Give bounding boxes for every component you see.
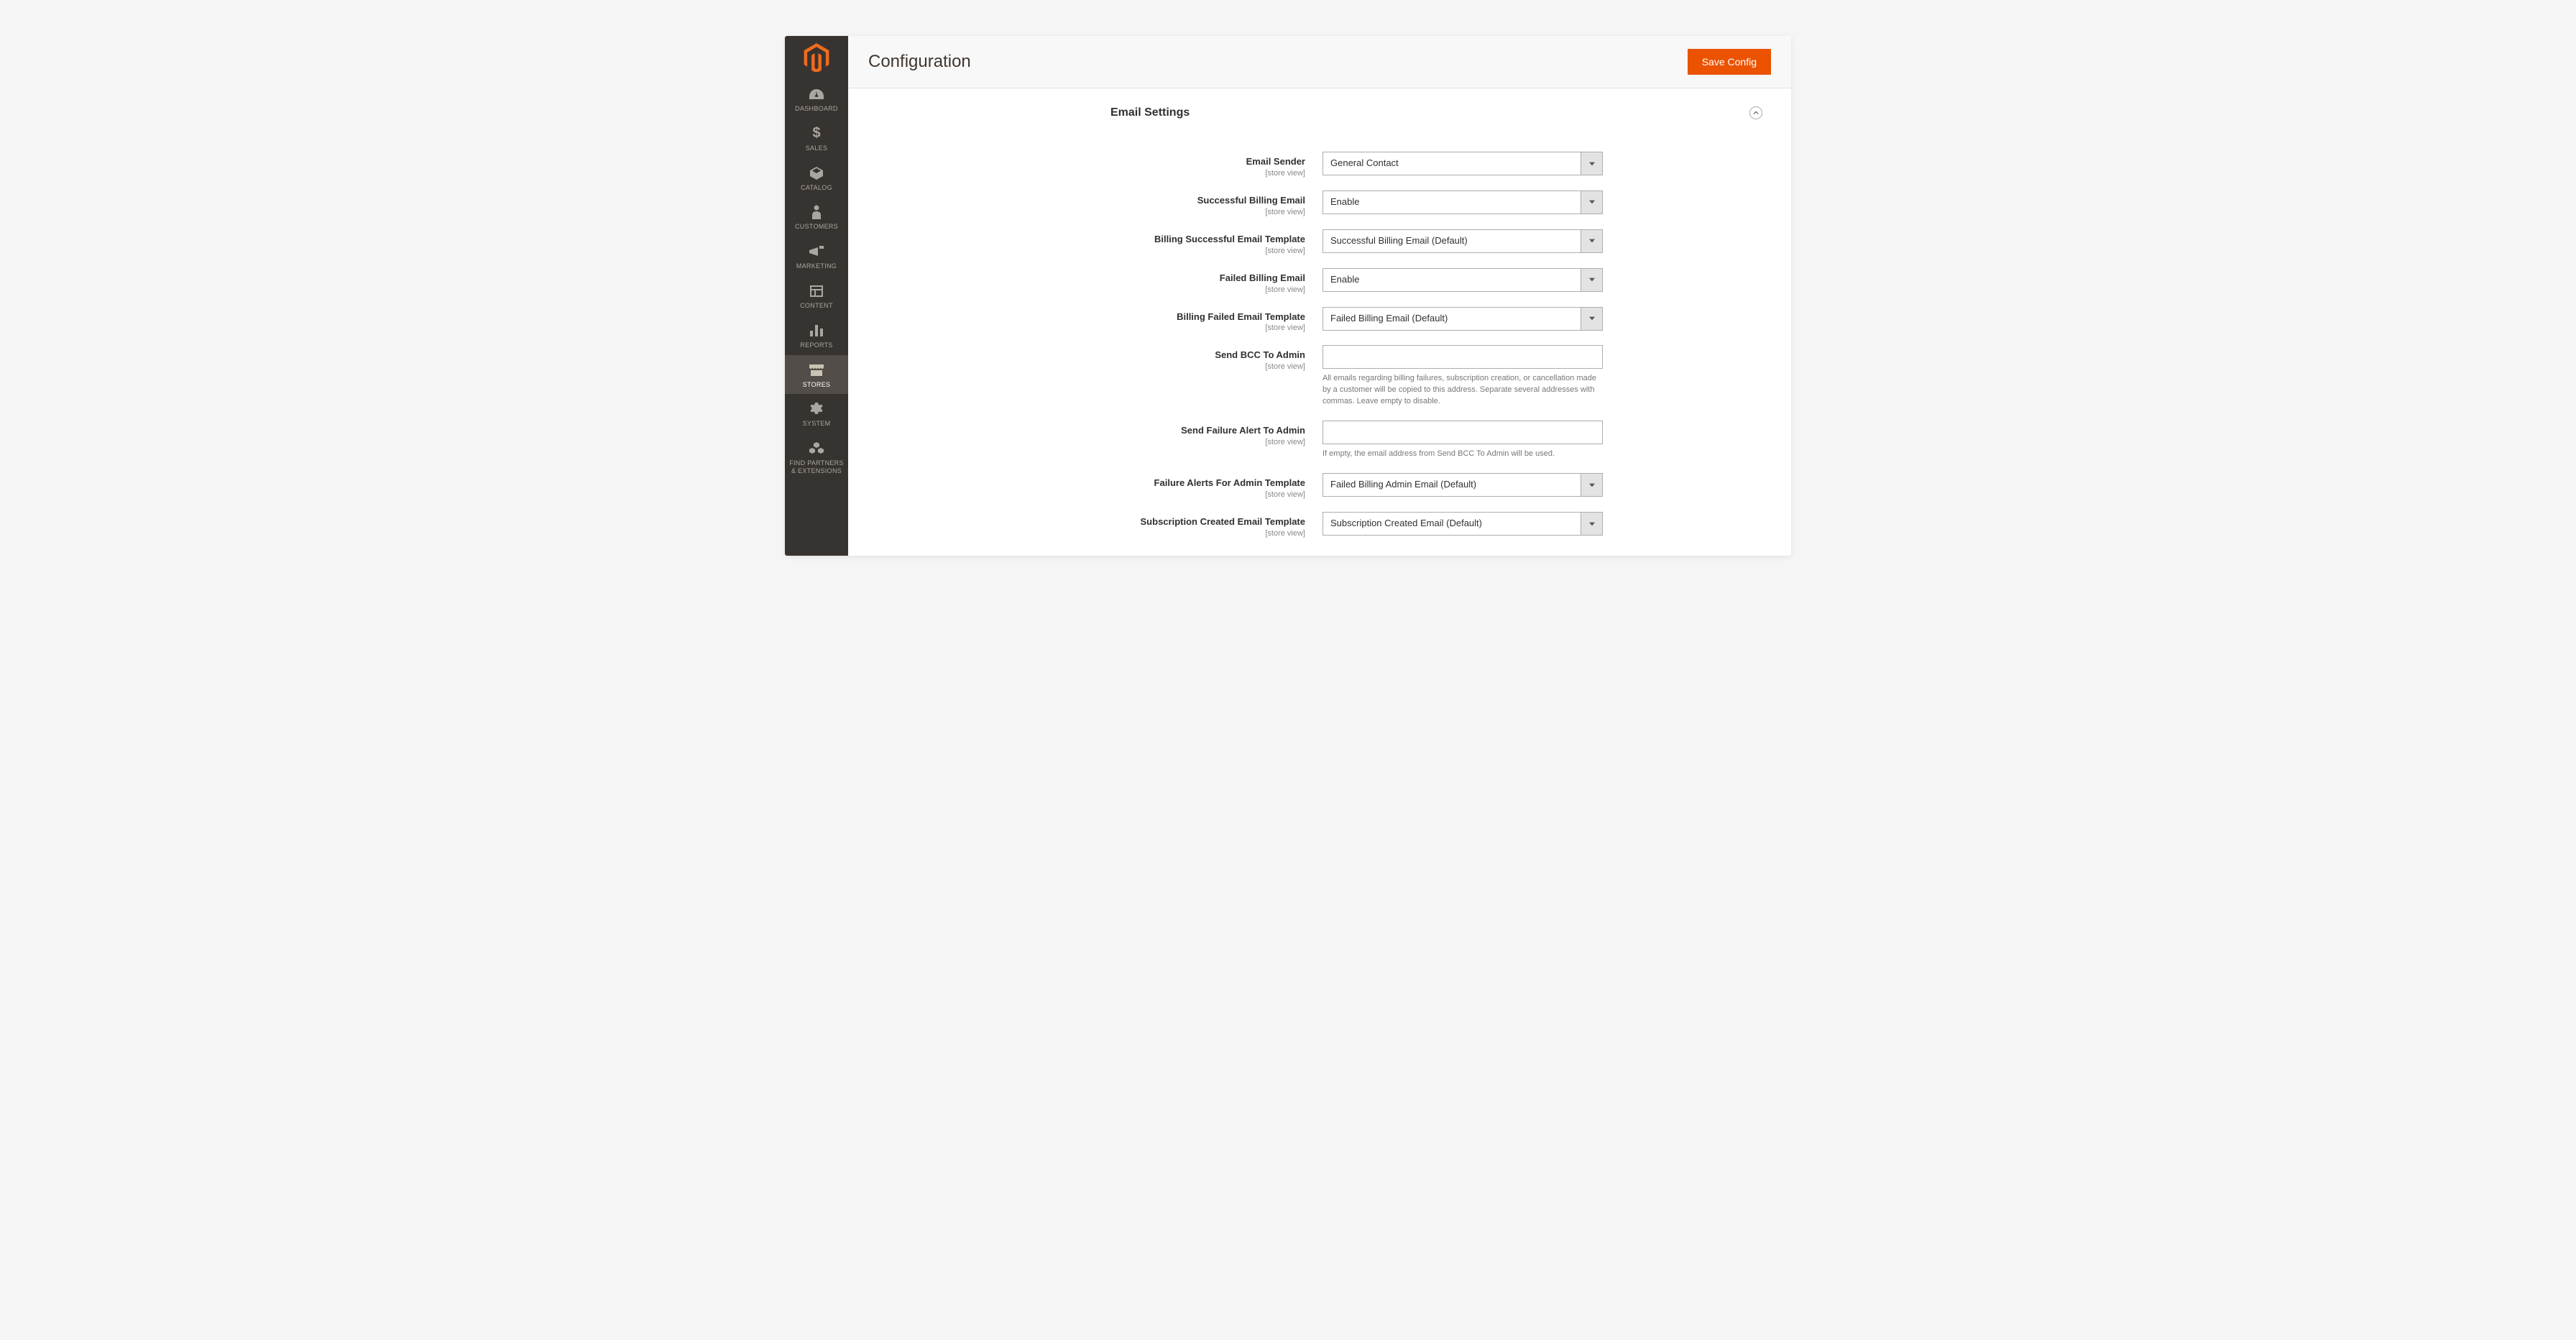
dropdown-arrow-icon xyxy=(1581,152,1602,175)
sidebar: DASHBOARD $ SALES CATALOG CUSTOMERS MARK… xyxy=(785,36,848,556)
field-control: Enable xyxy=(1322,268,1603,294)
nav-label: DASHBOARD xyxy=(795,105,838,113)
dashboard-icon xyxy=(809,86,824,102)
app-window: DASHBOARD $ SALES CATALOG CUSTOMERS MARK… xyxy=(785,36,1791,556)
field-label: Send BCC To Admin [store view] xyxy=(870,345,1322,408)
collapse-toggle[interactable] xyxy=(1749,106,1762,119)
bars-icon xyxy=(810,323,823,339)
field-control: All emails regarding billing failures, s… xyxy=(1322,345,1603,408)
layout-icon xyxy=(810,283,823,299)
field-send-failure-alert-admin: Send Failure Alert To Admin [store view]… xyxy=(870,421,1770,460)
field-subscription-created-template: Subscription Created Email Template [sto… xyxy=(870,512,1770,538)
gear-icon xyxy=(810,401,823,417)
section-title: Email Settings xyxy=(1110,106,1190,119)
nav-item-content[interactable]: CONTENT xyxy=(785,276,848,316)
field-control: Failed Billing Admin Email (Default) xyxy=(1322,473,1603,499)
billing-failed-template-select[interactable]: Failed Billing Email (Default) xyxy=(1322,307,1603,331)
field-control: General Contact xyxy=(1322,152,1603,178)
field-billing-failed-template: Billing Failed Email Template [store vie… xyxy=(870,307,1770,333)
nav-label: SALES xyxy=(806,144,828,152)
dropdown-arrow-icon xyxy=(1581,308,1602,330)
field-control: Failed Billing Email (Default) xyxy=(1322,307,1603,333)
nav-label: SYSTEM xyxy=(803,420,831,428)
person-icon xyxy=(812,204,821,220)
nav-item-system[interactable]: SYSTEM xyxy=(785,394,848,433)
field-send-bcc-admin: Send BCC To Admin [store view] All email… xyxy=(870,345,1770,408)
send-bcc-admin-input[interactable] xyxy=(1322,345,1603,369)
nav-label: MARKETING xyxy=(796,262,837,270)
dropdown-arrow-icon xyxy=(1581,513,1602,535)
nav-label: REPORTS xyxy=(800,341,832,349)
nav-label: STORES xyxy=(803,381,831,389)
field-label: Subscription Created Email Template [sto… xyxy=(870,512,1322,538)
field-label: Send Failure Alert To Admin [store view] xyxy=(870,421,1322,460)
subscription-created-template-select[interactable]: Subscription Created Email (Default) xyxy=(1322,512,1603,536)
nav-label: CUSTOMERS xyxy=(795,223,838,231)
field-label: Email Sender [store view] xyxy=(870,152,1322,178)
magento-logo-icon xyxy=(804,43,829,72)
field-successful-billing-email: Successful Billing Email [store view] En… xyxy=(870,191,1770,216)
field-note: If empty, the email address from Send BC… xyxy=(1322,449,1603,460)
nav-label: FIND PARTNERS & EXTENSIONS xyxy=(788,459,845,475)
form-rows: Email Sender [store view] General Contac… xyxy=(870,152,1770,538)
store-icon xyxy=(809,362,824,378)
field-label: Successful Billing Email [store view] xyxy=(870,191,1322,216)
send-failure-alert-admin-input[interactable] xyxy=(1322,421,1603,444)
field-control: If empty, the email address from Send BC… xyxy=(1322,421,1603,460)
email-sender-select[interactable]: General Contact xyxy=(1322,152,1603,175)
nav-item-partners[interactable]: FIND PARTNERS & EXTENSIONS xyxy=(785,433,848,481)
failure-alerts-template-select[interactable]: Failed Billing Admin Email (Default) xyxy=(1322,473,1603,497)
main-content: Configuration Save Config Email Settings… xyxy=(848,36,1791,556)
cubes-icon xyxy=(809,441,824,456)
magento-logo[interactable] xyxy=(785,36,848,79)
field-failed-billing-email: Failed Billing Email [store view] Enable xyxy=(870,268,1770,294)
dropdown-arrow-icon xyxy=(1581,230,1602,252)
nav-item-dashboard[interactable]: DASHBOARD xyxy=(785,79,848,119)
dropdown-arrow-icon xyxy=(1581,191,1602,214)
billing-successful-template-select[interactable]: Successful Billing Email (Default) xyxy=(1322,229,1603,253)
nav-label: CATALOG xyxy=(801,184,832,192)
nav-item-catalog[interactable]: CATALOG xyxy=(785,158,848,198)
field-failure-alerts-template: Failure Alerts For Admin Template [store… xyxy=(870,473,1770,499)
section-header: Email Settings xyxy=(1110,106,1770,119)
dropdown-arrow-icon xyxy=(1581,474,1602,496)
nav-label: CONTENT xyxy=(800,302,833,310)
save-config-button[interactable]: Save Config xyxy=(1688,49,1771,75)
box-icon xyxy=(810,165,823,181)
chevron-up-icon xyxy=(1753,110,1759,116)
megaphone-icon xyxy=(809,244,824,260)
failed-billing-email-select[interactable]: Enable xyxy=(1322,268,1603,292)
successful-billing-email-select[interactable]: Enable xyxy=(1322,191,1603,214)
nav-item-marketing[interactable]: MARKETING xyxy=(785,237,848,276)
field-billing-successful-template: Billing Successful Email Template [store… xyxy=(870,229,1770,255)
field-control: Enable xyxy=(1322,191,1603,216)
field-control: Subscription Created Email (Default) xyxy=(1322,512,1603,538)
nav-item-customers[interactable]: CUSTOMERS xyxy=(785,197,848,237)
nav-item-stores[interactable]: STORES xyxy=(785,355,848,395)
dollar-icon: $ xyxy=(812,126,820,142)
page-header: Configuration Save Config xyxy=(848,36,1791,88)
field-control: Successful Billing Email (Default) xyxy=(1322,229,1603,255)
field-email-sender: Email Sender [store view] General Contac… xyxy=(870,152,1770,178)
page-title: Configuration xyxy=(868,52,971,72)
nav-item-sales[interactable]: $ SALES xyxy=(785,119,848,158)
field-note: All emails regarding billing failures, s… xyxy=(1322,373,1603,408)
field-label: Billing Successful Email Template [store… xyxy=(870,229,1322,255)
dropdown-arrow-icon xyxy=(1581,269,1602,291)
field-label: Failure Alerts For Admin Template [store… xyxy=(870,473,1322,499)
nav-item-reports[interactable]: REPORTS xyxy=(785,316,848,355)
field-label: Failed Billing Email [store view] xyxy=(870,268,1322,294)
content-area: Email Settings Email Sender [store view]… xyxy=(848,88,1791,556)
field-label: Billing Failed Email Template [store vie… xyxy=(870,307,1322,333)
